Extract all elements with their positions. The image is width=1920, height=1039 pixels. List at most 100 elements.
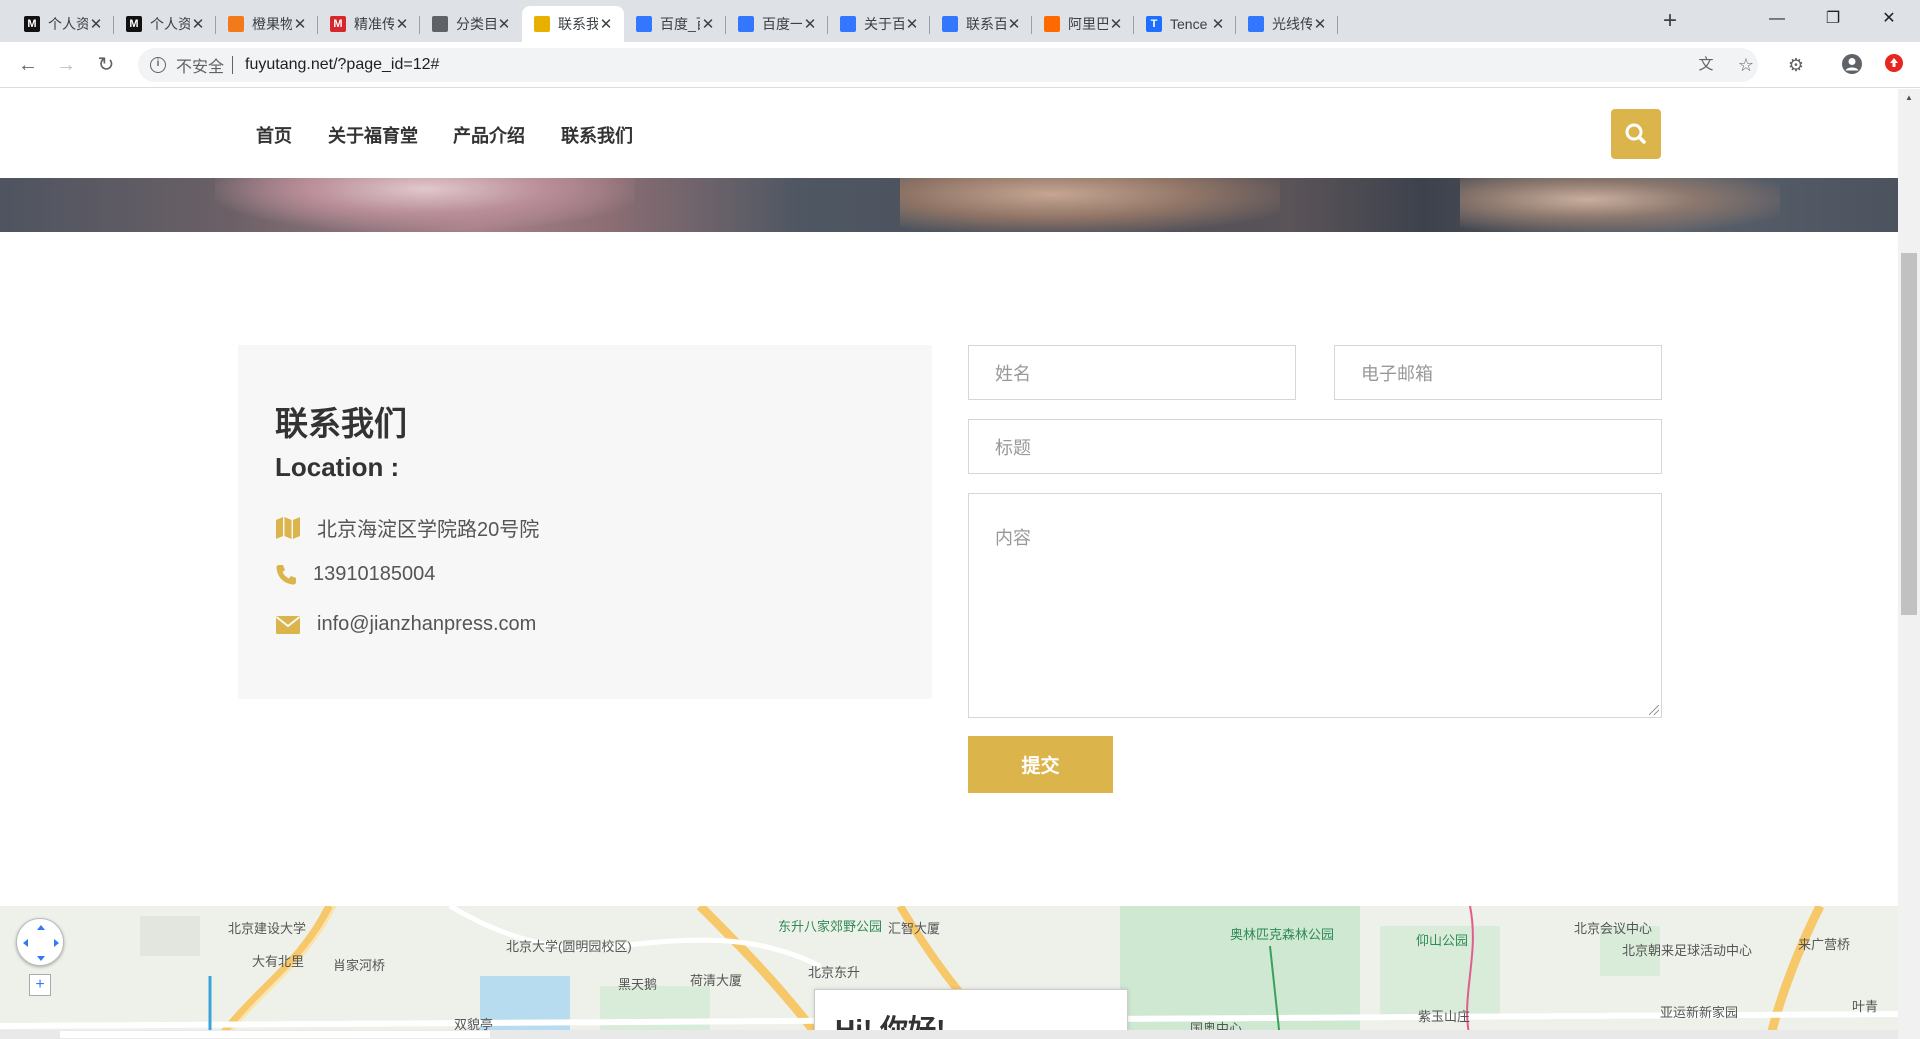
map-place-label[interactable]: 荷清大厦 — [690, 970, 742, 989]
close-tab-icon[interactable]: ✕ — [1006, 15, 1022, 33]
browser-tab[interactable]: 光线传 ✕ — [1236, 6, 1338, 42]
message-textarea[interactable]: 内容 — [968, 493, 1662, 718]
tab-favicon-icon: M — [24, 16, 40, 32]
subject-placeholder: 标题 — [995, 437, 1031, 458]
url-text[interactable]: fuyutang.net/?page_id=12# — [245, 56, 439, 74]
address-row: 北京海淀区学院路20号院 — [275, 513, 539, 542]
tab-title: 联系我 — [558, 16, 598, 32]
envelope-icon — [275, 615, 301, 634]
browser-tab[interactable]: 阿里巴 ✕ — [1032, 6, 1134, 42]
close-tab-icon[interactable]: ✕ — [802, 15, 818, 33]
close-tab-icon[interactable]: ✕ — [904, 15, 920, 33]
browser-tab[interactable]: M 个人资 ✕ — [114, 6, 216, 42]
map-place-label[interactable]: 肖家河桥 — [333, 955, 385, 974]
map-place-label[interactable]: 北京东升 — [808, 962, 860, 981]
browser-tab[interactable]: 百度一 ✕ — [726, 6, 828, 42]
site-info-icon[interactable]: i — [150, 57, 166, 73]
browser-tab[interactable]: 百度_百✕ — [624, 6, 726, 42]
map-place-label[interactable]: 亚运新新家园 — [1660, 1002, 1738, 1021]
browser-tab[interactable]: 分类目 ✕ — [420, 6, 522, 42]
map-place-label[interactable]: 仰山公园 — [1416, 930, 1468, 949]
subject-input[interactable]: 标题 — [968, 419, 1662, 474]
close-tab-icon[interactable]: ✕ — [190, 15, 206, 33]
scrollbar-thumb[interactable] — [1901, 253, 1917, 615]
close-tab-icon[interactable]: ✕ — [496, 15, 512, 33]
tab-favicon-icon — [636, 16, 652, 32]
map-zoom-in-button[interactable]: + — [29, 974, 51, 996]
address-bar[interactable]: i 不安全 fuyutang.net/?page_id=12# — [138, 48, 1758, 82]
close-tab-icon[interactable]: ✕ — [88, 15, 104, 33]
close-tab-icon[interactable]: ✕ — [598, 15, 614, 33]
nav-home[interactable]: 首页 — [256, 122, 292, 148]
close-tab-icon[interactable]: ✕ — [1312, 15, 1328, 33]
browser-tab[interactable]: 关于百 ✕ — [828, 6, 930, 42]
tab-title: 光线传 — [1272, 16, 1312, 32]
tab-title: 百度一 — [762, 16, 802, 32]
email-row: info@jianzhanpress.com — [275, 613, 536, 636]
map-icon — [276, 516, 300, 539]
search-button[interactable] — [1611, 109, 1661, 159]
browser-tab[interactable]: M 精准传 ✕ — [318, 6, 420, 42]
browser-tab[interactable]: M 个人资 ✕ — [12, 6, 114, 42]
browser-tab-strip: M个人资✕M个人资✕橙果物✕M精准传✕分类目✕联系我✕百度_百✕百度一✕关于百✕… — [0, 0, 1920, 42]
new-tab-button[interactable]: + — [1656, 8, 1684, 34]
tab-favicon-icon — [1248, 16, 1264, 32]
close-tab-icon[interactable]: ✕ — [1108, 15, 1124, 33]
name-input[interactable]: 姓名 — [968, 345, 1296, 400]
map-place-label[interactable]: 奥林匹克森林公园 — [1230, 924, 1334, 943]
close-tab-icon[interactable]: ✕ — [292, 15, 308, 33]
security-label[interactable]: 不安全 — [176, 53, 224, 77]
translate-icon[interactable]: 文 — [1694, 53, 1718, 77]
profile-avatar-icon[interactable] — [1840, 53, 1864, 77]
map-place-label[interactable]: 紫玉山庄 — [1418, 1006, 1470, 1025]
email-text: info@jianzhanpress.com — [317, 613, 537, 635]
nav-contact[interactable]: 联系我们 — [561, 122, 633, 148]
scroll-up-icon[interactable]: ▲ — [1898, 89, 1920, 107]
phone-text: 13910185004 — [313, 563, 436, 585]
nav-about[interactable]: 关于福育堂 — [328, 122, 418, 148]
map-place-label[interactable]: 大有北里 — [252, 951, 304, 970]
map-place-label[interactable]: 北京建设大学 — [228, 918, 306, 937]
update-badge-icon[interactable] — [1882, 53, 1906, 77]
reload-icon[interactable]: ↻ — [92, 51, 120, 79]
address-divider — [232, 56, 234, 74]
horizontal-scrollbar[interactable] — [0, 1030, 1898, 1039]
extension-icon[interactable]: ⚙ — [1784, 53, 1808, 77]
close-tab-icon[interactable]: ✕ — [394, 15, 410, 33]
contact-title: 联系我们 — [275, 405, 407, 442]
resize-grip-icon[interactable] — [1649, 705, 1659, 715]
close-window-icon[interactable]: ✕ — [1866, 4, 1912, 34]
browser-tab[interactable]: 联系我 ✕ — [522, 6, 624, 42]
map-place-label[interactable]: 黑天鹅 — [618, 974, 657, 993]
vertical-scrollbar[interactable]: ▲ — [1898, 89, 1920, 1039]
close-tab-icon[interactable]: ✕ — [1210, 15, 1226, 33]
close-tab-icon[interactable]: ✕ — [700, 15, 716, 33]
embedded-map[interactable]: 北京建设大学大有北里 肖家河桥 北京大学(圆明园校区) 黑天鹅 荷清大厦 东升八家郊野公园… — [0, 906, 1898, 1039]
browser-tab[interactable]: 联系百 ✕ — [930, 6, 1032, 42]
map-pan-control[interactable] — [16, 918, 64, 966]
browser-tab[interactable]: 橙果物 ✕ — [216, 6, 318, 42]
map-place-label[interactable]: 汇智大厦 — [888, 918, 940, 937]
bookmark-star-icon[interactable]: ☆ — [1734, 53, 1758, 77]
back-arrow-icon[interactable]: ← — [14, 51, 42, 79]
map-place-label[interactable]: 来广营桥 — [1798, 934, 1850, 953]
nav-products[interactable]: 产品介绍 — [453, 122, 525, 148]
restore-window-icon[interactable]: ❐ — [1810, 4, 1856, 34]
name-placeholder: 姓名 — [995, 363, 1031, 384]
browser-tab[interactable]: T Tence ✕ — [1134, 6, 1236, 42]
map-place-label[interactable]: 北京朝来足球活动中心 — [1622, 940, 1752, 959]
tab-favicon-icon: M — [330, 16, 346, 32]
submit-button[interactable]: 提交 — [968, 736, 1113, 793]
map-place-label[interactable]: 北京大学(圆明园校区) — [506, 936, 632, 955]
tab-favicon-icon — [840, 16, 856, 32]
minimize-window-icon[interactable]: — — [1754, 4, 1800, 34]
map-place-label[interactable]: 北京会议中心 — [1574, 918, 1652, 937]
horizontal-scrollbar-thumb[interactable] — [60, 1031, 490, 1038]
map-place-label[interactable]: 叶青 — [1852, 996, 1878, 1015]
forward-arrow-icon[interactable]: → — [52, 51, 80, 79]
tab-title: 阿里巴 — [1068, 16, 1108, 32]
email-input[interactable]: 电子邮箱 — [1334, 345, 1662, 400]
site-header: 首页 关于福育堂 产品介绍 联系我们 — [0, 89, 1898, 178]
tab-title: 个人资 — [48, 16, 88, 32]
map-place-label[interactable]: 东升八家郊野公园 — [778, 916, 882, 935]
